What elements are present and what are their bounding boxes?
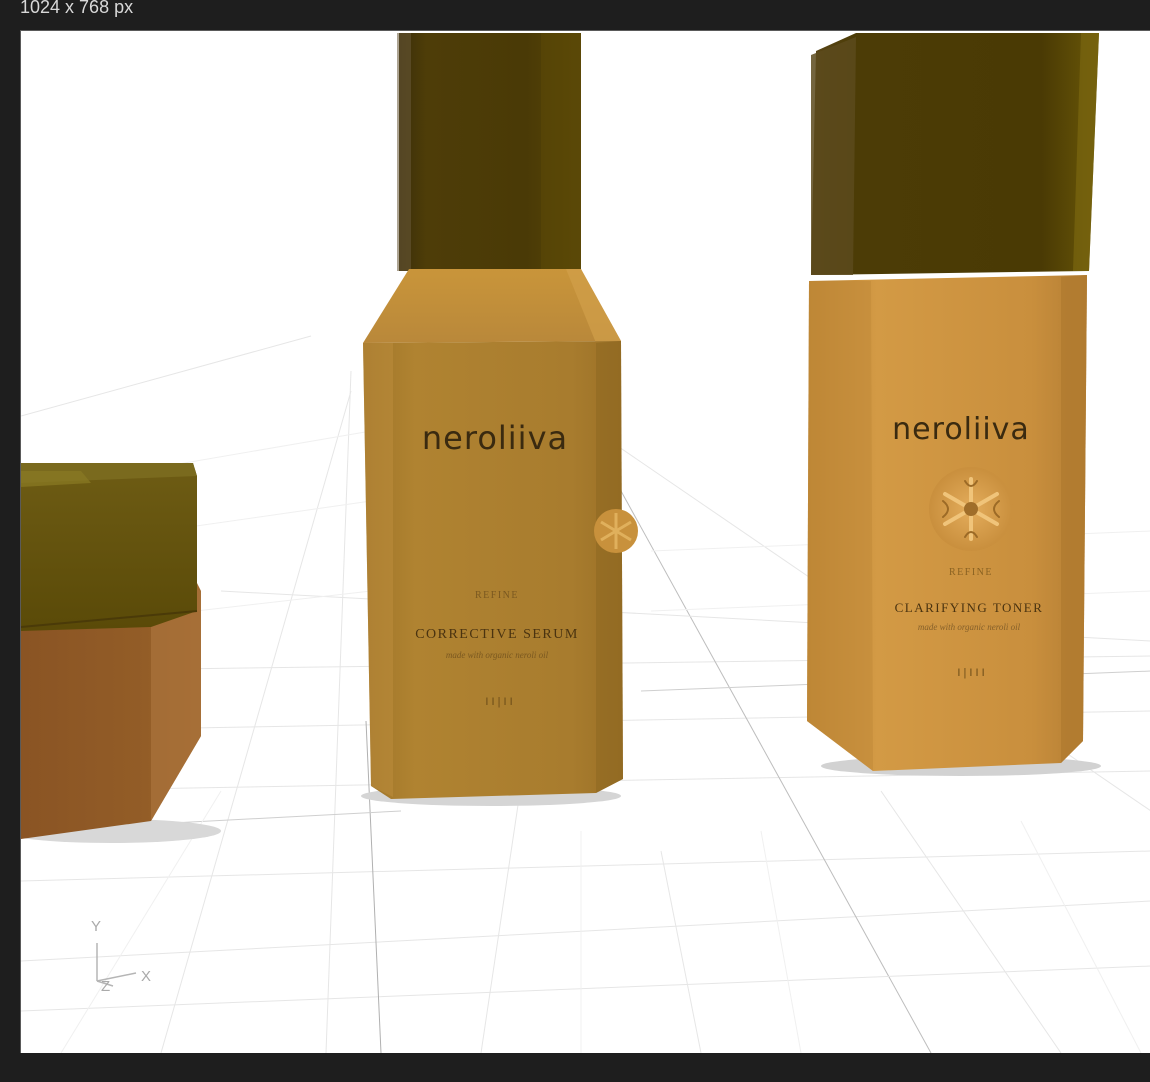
serum-bottle[interactable]: neroliiva REFINE CORRECTIVE SERUM made w… [361, 33, 638, 806]
axis-x-label: X [141, 968, 151, 985]
top-bar: 1024 x 768 px [0, 0, 1150, 22]
toner-note: made with organic neroli oil [918, 622, 1021, 632]
toner-brand: neroliiva [892, 412, 1030, 447]
jar-product[interactable] [21, 463, 221, 843]
toner-mark: I | I I I [957, 667, 984, 679]
serum-mark: I I | I I [485, 696, 512, 708]
toner-line: REFINE [949, 567, 993, 578]
axis-z-label: Z [101, 978, 110, 995]
serum-note: made with organic neroli oil [446, 650, 549, 660]
axis-y-label: Y [91, 918, 101, 935]
serum-line: REFINE [475, 590, 519, 601]
toner-name: CLARIFYING TONER [895, 600, 1044, 615]
flower-emblem-icon [929, 467, 1013, 551]
serum-brand: neroliiva [422, 419, 568, 457]
scene-canvas[interactable]: neroliiva REFINE CORRECTIVE SERUM made w… [21, 31, 1150, 1053]
toner-bottle[interactable]: neroliiva REFINE CLARIFYING TONER made w… [807, 33, 1101, 776]
flower-emblem-icon [594, 509, 638, 553]
3d-viewport[interactable]: neroliiva REFINE CORRECTIVE SERUM made w… [20, 30, 1150, 1053]
serum-body [363, 341, 623, 799]
serum-name: CORRECTIVE SERUM [415, 627, 579, 642]
dimensions-label: 1024 x 768 px [20, 0, 134, 17]
